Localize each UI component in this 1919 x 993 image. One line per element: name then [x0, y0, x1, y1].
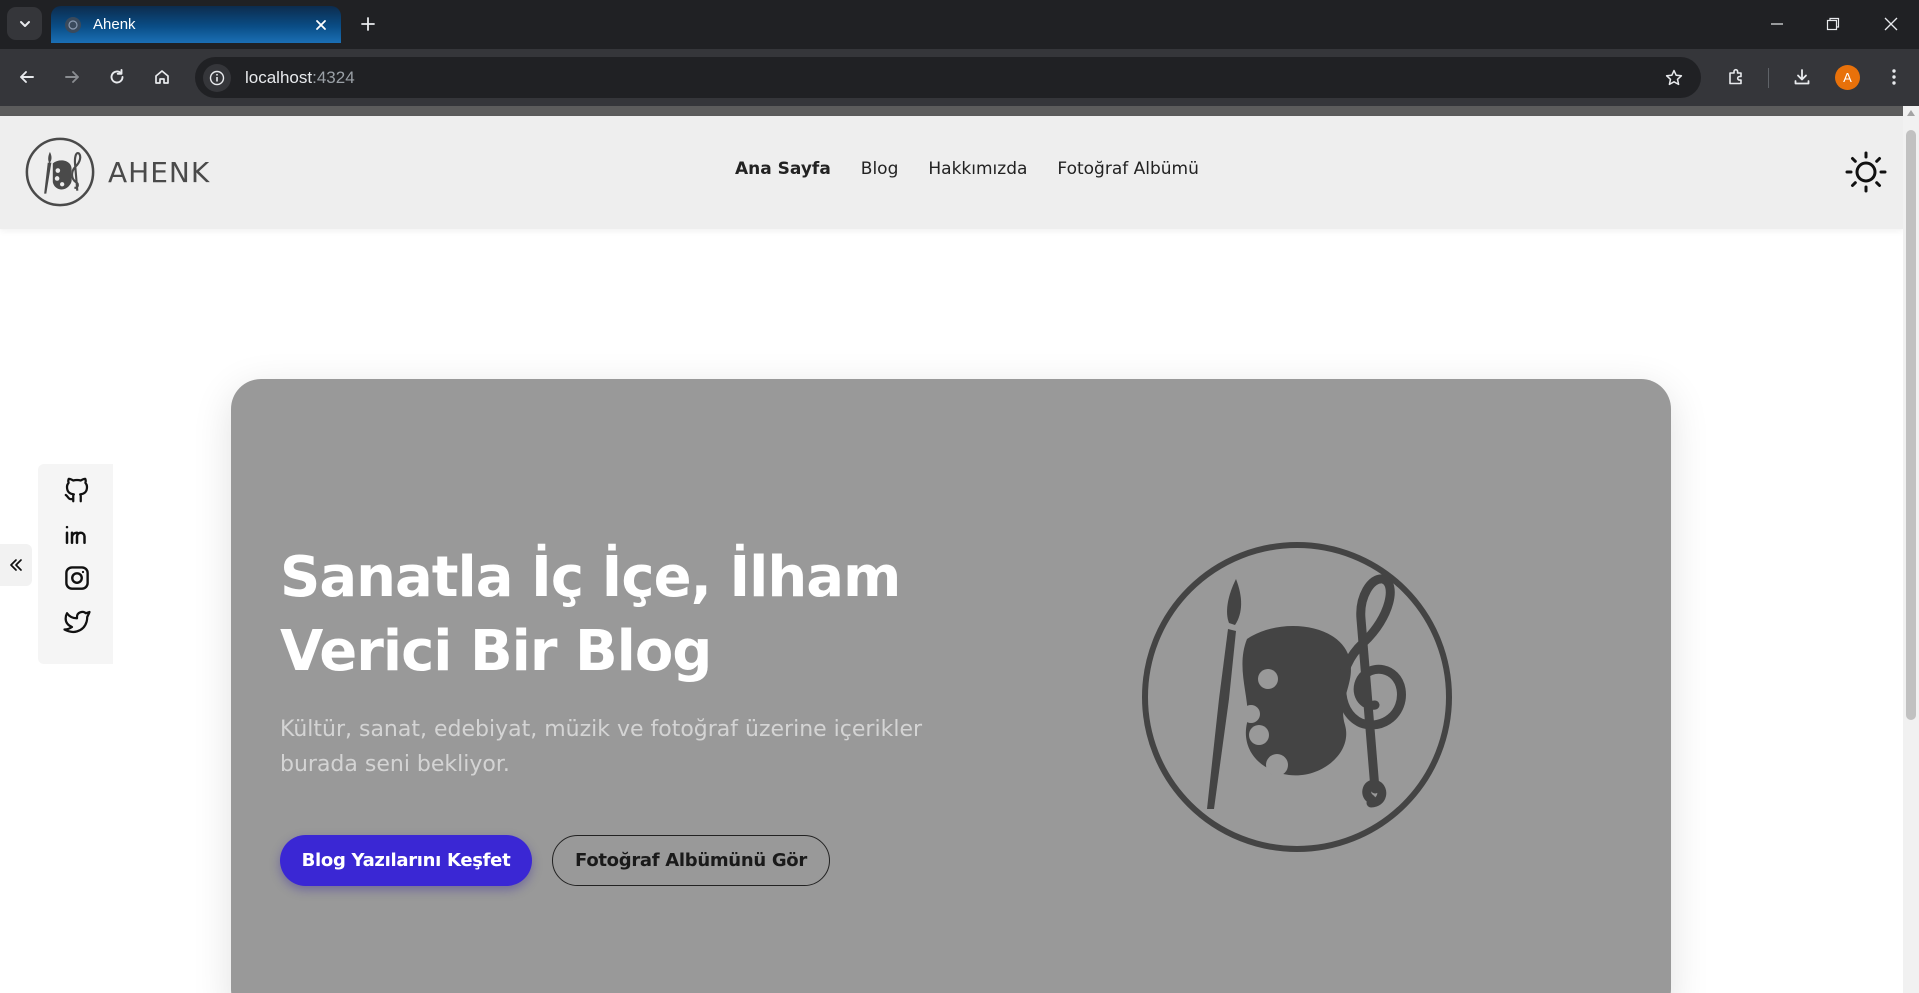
- browser-tab-strip: Ahenk: [0, 0, 1919, 49]
- linkedin-icon: [65, 525, 86, 544]
- nav-item-photo-album[interactable]: Fotoğraf Albümü: [1057, 159, 1198, 179]
- browser-toolbar: localhost:4324 A: [0, 49, 1919, 106]
- site-header: AHENK Ana Sayfa Blog Hakkımızda Fotoğraf…: [0, 116, 1903, 229]
- downloads-button[interactable]: [1784, 59, 1820, 95]
- hero-title-line-2: Verici Bir Blog: [280, 619, 712, 684]
- puzzle-icon: [1729, 68, 1742, 85]
- back-button[interactable]: [9, 59, 45, 95]
- restore-icon: [1826, 17, 1840, 30]
- page-top-bar: [0, 106, 1903, 116]
- palette-treble-clef-logo-icon: [25, 137, 95, 207]
- download-icon: [1794, 69, 1810, 85]
- arrow-left-icon: [20, 71, 34, 83]
- scroll-up-arrow-icon[interactable]: [1907, 110, 1915, 116]
- instagram-link[interactable]: [61, 562, 93, 594]
- sun-icon: [1845, 151, 1887, 193]
- plus-icon: [361, 17, 375, 31]
- logo-text: AHENK: [108, 155, 211, 189]
- explore-blog-button[interactable]: Blog Yazılarını Keşfet: [280, 835, 532, 886]
- browser-menu-button[interactable]: [1876, 59, 1912, 95]
- toolbar-separator: [1768, 68, 1769, 88]
- home-button[interactable]: [144, 59, 180, 95]
- minimize-icon: [1771, 22, 1783, 25]
- view-photo-album-button[interactable]: Fotoğraf Albümünü Gör: [552, 835, 830, 886]
- double-chevron-left-icon: [10, 559, 22, 571]
- forward-button[interactable]: [54, 59, 90, 95]
- page-viewport: AHENK Ana Sayfa Blog Hakkımızda Fotoğraf…: [0, 106, 1919, 993]
- reload-button[interactable]: [99, 59, 135, 95]
- arrow-right-icon: [65, 71, 79, 83]
- browser-tab-active[interactable]: Ahenk: [51, 6, 341, 43]
- hero-title-line-1: Sanatla İç İçe, İlham: [280, 545, 901, 610]
- tab-search-button[interactable]: [7, 7, 42, 40]
- social-sidebar-collapse-button[interactable]: [0, 544, 32, 586]
- page-scrollbar[interactable]: [1903, 106, 1919, 993]
- chevron-down-icon: [19, 20, 30, 27]
- nav-item-home[interactable]: Ana Sayfa: [735, 159, 831, 179]
- reload-icon: [110, 69, 124, 84]
- url-host: localhost: [245, 67, 313, 87]
- minimize-window-button[interactable]: [1749, 0, 1805, 47]
- kebab-menu-icon: [1892, 69, 1896, 85]
- twitter-link[interactable]: [61, 606, 93, 638]
- instagram-icon: [65, 566, 89, 590]
- url-text: localhost:4324: [245, 68, 355, 88]
- hero-title: Sanatla İç İçe, İlham Verici Bir Blog: [280, 541, 960, 689]
- nav-item-about[interactable]: Hakkımızda: [928, 159, 1027, 179]
- github-icon: [64, 477, 89, 503]
- extensions-button[interactable]: [1718, 59, 1754, 95]
- address-bar[interactable]: localhost:4324: [195, 57, 1701, 98]
- twitter-icon: [63, 610, 91, 634]
- url-port: :4324: [312, 67, 355, 87]
- home-icon: [155, 70, 169, 84]
- restore-window-button[interactable]: [1805, 0, 1861, 47]
- theme-toggle-button[interactable]: [1843, 149, 1889, 195]
- linkedin-link[interactable]: [61, 518, 93, 550]
- close-window-button[interactable]: [1863, 0, 1919, 47]
- favicon-icon: [65, 16, 81, 33]
- hero-section: Sanatla İç İçe, İlham Verici Bir Blog Kü…: [231, 379, 1671, 993]
- site-info-icon[interactable]: [203, 63, 231, 92]
- hero-subtitle-line-1: Kültür, sanat, edebiyat, müzik ve fotoğr…: [280, 717, 923, 742]
- github-link[interactable]: [61, 474, 93, 506]
- profile-avatar[interactable]: A: [1835, 65, 1860, 90]
- palette-treble-clef-icon: [1142, 542, 1452, 852]
- social-sidebar: [38, 464, 113, 664]
- hero-subtitle-line-2: burada seni bekliyor.: [280, 752, 510, 777]
- hero-subtitle: Kültür, sanat, edebiyat, müzik ve fotoğr…: [280, 712, 960, 782]
- tab-title: Ahenk: [93, 16, 136, 33]
- site-logo-link[interactable]: AHENK: [24, 136, 210, 208]
- close-icon: [1884, 17, 1898, 30]
- main-nav: Ana Sayfa Blog Hakkımızda Fotoğraf Albüm…: [735, 159, 1199, 179]
- scrollbar-thumb[interactable]: [1906, 130, 1916, 720]
- nav-item-blog[interactable]: Blog: [861, 159, 899, 179]
- new-tab-button[interactable]: [352, 9, 384, 39]
- close-tab-icon[interactable]: [308, 12, 334, 38]
- bookmark-star-icon[interactable]: [1661, 65, 1687, 91]
